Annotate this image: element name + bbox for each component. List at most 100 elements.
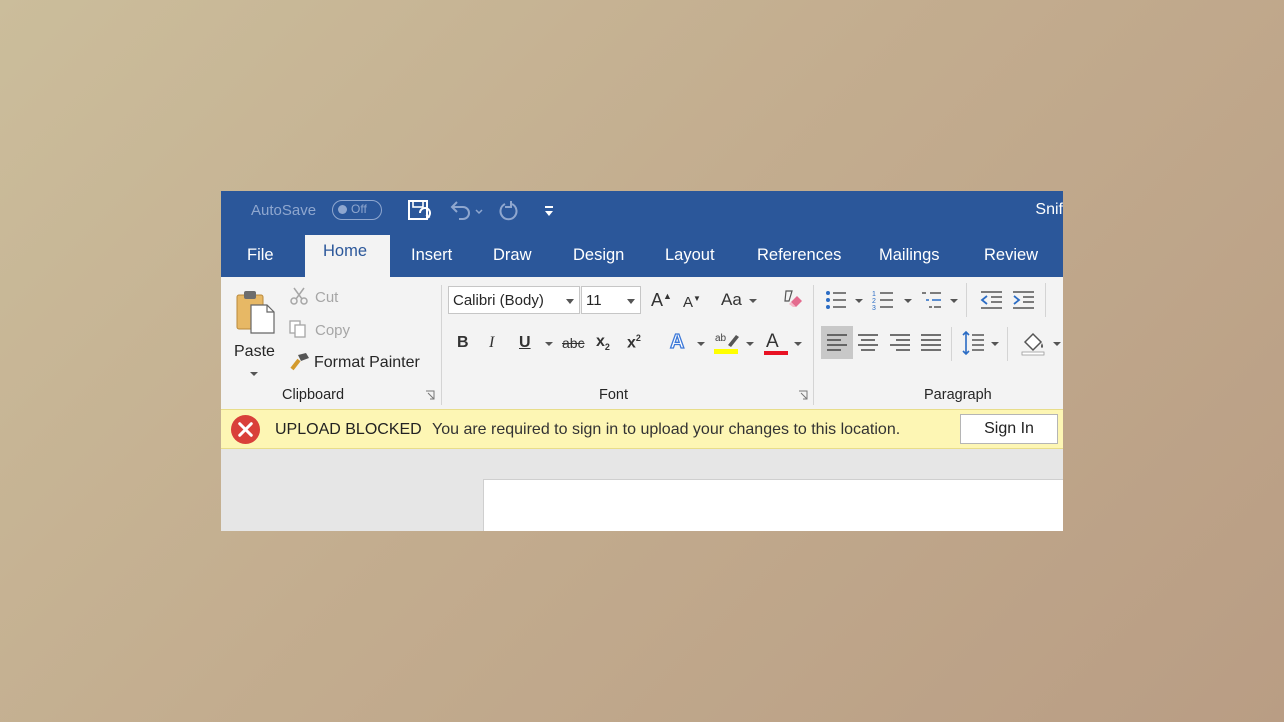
shading-icon[interactable] — [1021, 330, 1047, 356]
error-icon — [230, 414, 261, 445]
font-launcher-icon[interactable] — [798, 390, 808, 400]
message-title: UPLOAD BLOCKED — [275, 421, 422, 438]
tab-insert[interactable]: Insert — [411, 246, 452, 265]
align-right-icon[interactable] — [889, 333, 911, 353]
chevron-down-icon — [566, 299, 574, 304]
subscript-button[interactable]: x2 — [596, 333, 610, 352]
copy-label: Copy — [315, 322, 351, 339]
tab-home[interactable]: Home — [305, 235, 390, 277]
customize-qat-icon[interactable] — [541, 199, 557, 223]
tab-file[interactable]: File — [247, 246, 274, 265]
shading-dropdown-icon[interactable] — [1053, 342, 1061, 346]
format-painter-icon — [290, 353, 309, 371]
line-spacing-dropdown-icon[interactable] — [991, 342, 999, 346]
autosave-toggle[interactable]: Off — [332, 200, 382, 220]
font-name-value: Calibri (Body) — [453, 292, 544, 309]
word-window: AutoSave Off Snif File Home Insert Draw … — [221, 191, 1063, 531]
shrink-font-button[interactable]: A▼ — [683, 294, 701, 311]
bold-button[interactable]: B — [457, 334, 469, 352]
tab-draw[interactable]: Draw — [493, 246, 532, 265]
separator — [1007, 327, 1008, 361]
highlight-dropdown-icon[interactable] — [746, 342, 754, 346]
font-size-combo[interactable]: 11 — [581, 286, 641, 314]
format-painter-label: Format Painter — [314, 354, 420, 371]
clipboard-group-label: Clipboard — [282, 387, 345, 403]
grow-font-icon: A — [651, 290, 664, 310]
change-case-button[interactable]: Aa — [721, 290, 742, 310]
paste-icon — [236, 291, 275, 334]
align-center-icon[interactable] — [857, 333, 879, 353]
document-page[interactable] — [483, 479, 1063, 531]
sign-in-button[interactable]: Sign In — [960, 414, 1058, 444]
cut-label: Cut — [315, 289, 339, 306]
superscript-button[interactable]: x2 — [627, 333, 641, 352]
svg-text:1: 1 — [872, 291, 876, 298]
redo-icon[interactable] — [497, 199, 521, 223]
clear-formatting-icon[interactable] — [781, 288, 805, 312]
subscript-icon: x — [596, 333, 605, 350]
svg-text:3: 3 — [872, 305, 876, 311]
scissors-icon — [290, 287, 308, 305]
tab-review[interactable]: Review — [984, 246, 1038, 265]
tab-layout[interactable]: Layout — [665, 246, 715, 265]
paragraph-group-label: Paragraph — [924, 387, 992, 403]
copy-icon — [289, 320, 306, 338]
undo-icon[interactable] — [447, 199, 487, 223]
superscript-icon: x — [627, 334, 636, 352]
subscript-mark: 2 — [604, 342, 610, 353]
autosave-state: Off — [351, 202, 367, 216]
document-name: Snif — [1035, 201, 1063, 218]
svg-text:ab: ab — [715, 333, 727, 344]
justify-icon[interactable] — [920, 333, 942, 353]
upload-blocked-message-bar: UPLOAD BLOCKED You are required to sign … — [221, 409, 1063, 449]
font-color-swatch — [764, 351, 788, 355]
clipboard-launcher-icon[interactable] — [425, 390, 435, 400]
multilevel-list-icon[interactable] — [920, 289, 942, 311]
font-color-dropdown-icon[interactable] — [794, 342, 802, 346]
align-left-button[interactable] — [821, 326, 853, 359]
bullets-icon[interactable] — [825, 289, 847, 311]
paste-dropdown-icon[interactable] — [250, 372, 258, 376]
align-left-icon — [827, 334, 847, 351]
save-icon[interactable] — [407, 199, 431, 223]
font-group-label: Font — [599, 387, 629, 403]
tab-mailings[interactable]: Mailings — [879, 246, 940, 265]
font-name-combo[interactable]: Calibri (Body) — [448, 286, 580, 314]
underline-dropdown-icon[interactable] — [545, 342, 553, 346]
font-size-value: 11 — [586, 292, 602, 309]
separator — [951, 327, 952, 361]
italic-button[interactable]: I — [489, 334, 494, 352]
superscript-mark: 2 — [635, 333, 641, 343]
paste-label: Paste — [234, 343, 275, 360]
change-case-dropdown-icon[interactable] — [749, 299, 757, 303]
multilevel-dropdown-icon[interactable] — [950, 299, 958, 303]
decrease-indent-icon[interactable] — [979, 289, 1003, 311]
group-separator — [441, 285, 442, 405]
grow-font-button[interactable]: A▲ — [651, 290, 672, 311]
tab-references[interactable]: References — [757, 246, 841, 265]
numbering-dropdown-icon[interactable] — [904, 299, 912, 303]
font-color-icon: A — [766, 331, 779, 352]
numbering-icon[interactable]: 1 2 3 — [872, 289, 894, 311]
title-bar: AutoSave Off Snif — [221, 191, 1063, 231]
ribbon-tabs: File Home Insert Draw Design Layout Refe… — [221, 231, 1063, 277]
increase-indent-icon[interactable] — [1011, 289, 1035, 311]
separator — [1045, 283, 1046, 317]
toggle-knob — [338, 205, 347, 214]
document-area — [221, 449, 1063, 531]
text-effects-dropdown-icon[interactable] — [697, 342, 705, 346]
separator — [966, 283, 967, 317]
message-text: You are required to sign in to upload yo… — [432, 421, 901, 438]
highlighter-icon: ab — [714, 333, 739, 354]
bullets-dropdown-icon[interactable] — [855, 299, 863, 303]
underline-button[interactable]: U — [519, 334, 531, 352]
shrink-font-icon: A — [683, 294, 694, 311]
strikethrough-button[interactable]: abc — [562, 335, 585, 351]
ribbon: Paste Cut Copy Format Painter Clipboard … — [221, 277, 1063, 410]
autosave-label: AutoSave — [251, 202, 317, 219]
line-spacing-icon[interactable] — [961, 330, 985, 356]
tab-design[interactable]: Design — [573, 246, 624, 265]
group-separator — [813, 285, 814, 405]
chevron-down-icon — [627, 299, 635, 304]
text-effects-button[interactable]: A — [669, 330, 685, 354]
